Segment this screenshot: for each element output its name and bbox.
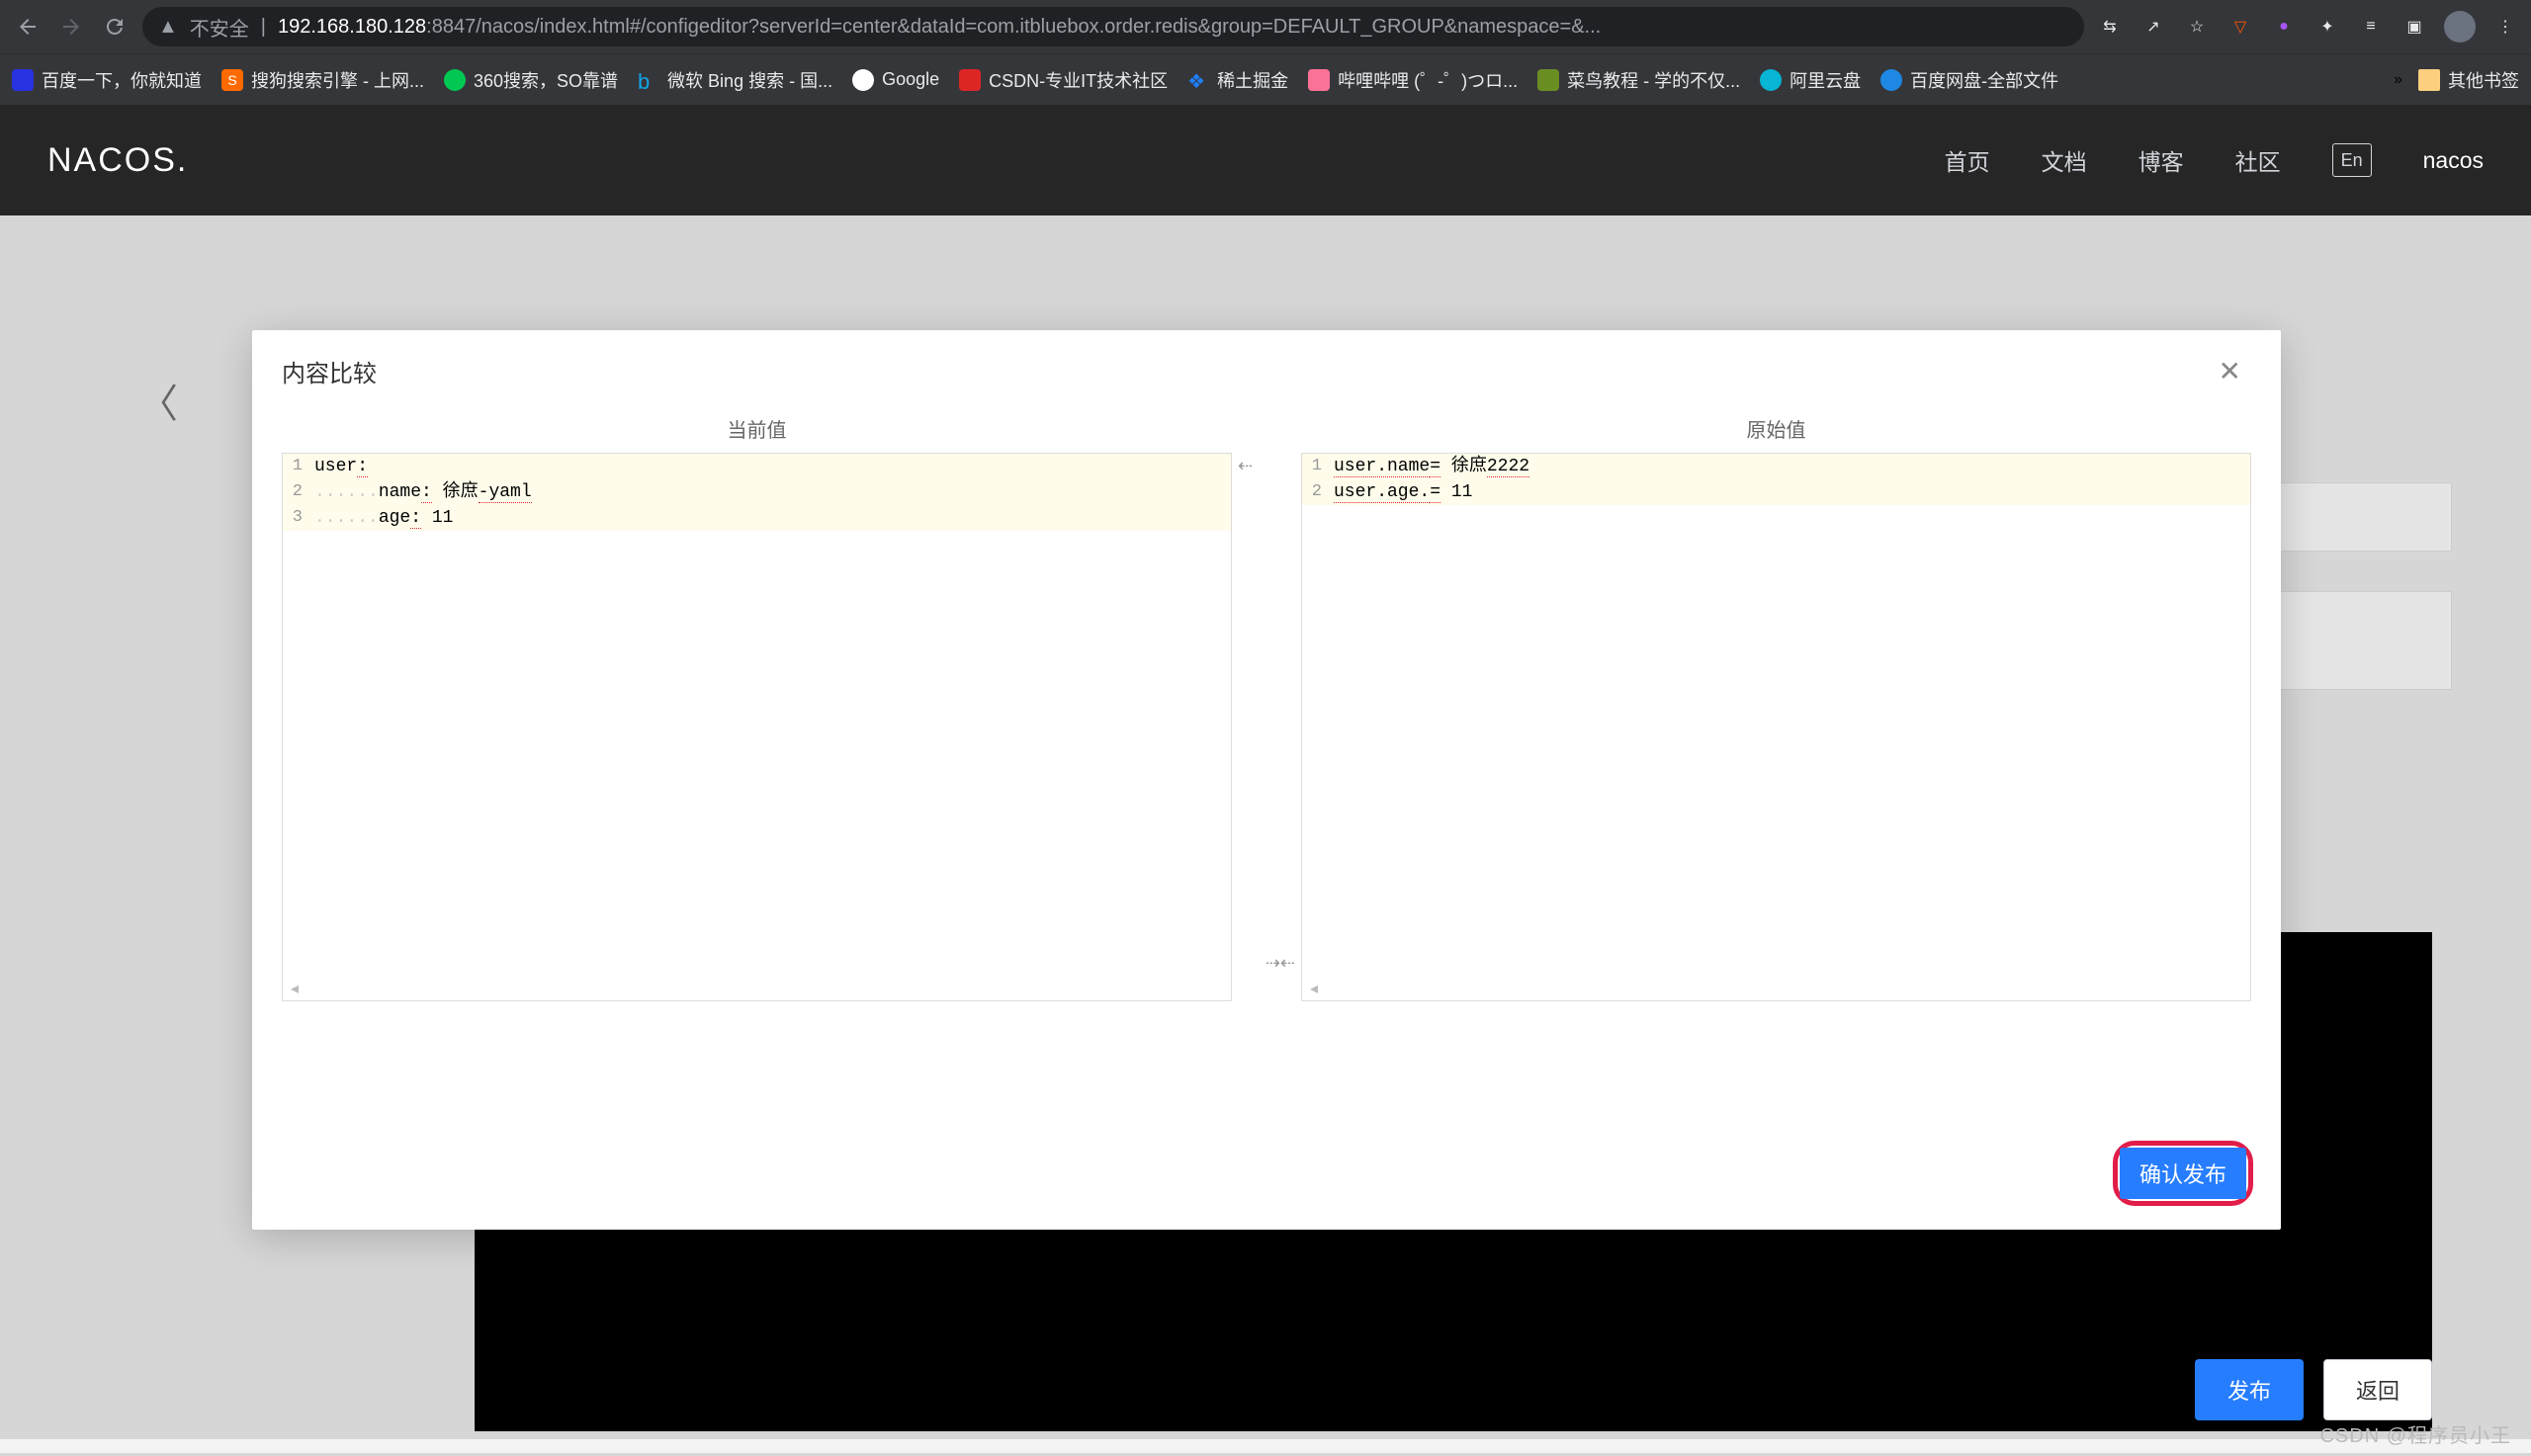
bookmark-favicon-icon [852, 69, 874, 91]
bookmark-label: 百度一下，你就知道 [42, 67, 202, 93]
bookmark-favicon-icon: S [221, 69, 243, 91]
csdn-watermark: CSDN @程序员小王 [2319, 1419, 2511, 1448]
original-value-editor[interactable]: 1 user.name= 徐庶2222 2 user.age.= 11 ◂ [1301, 453, 2251, 1001]
bookmark-item[interactable]: b 微软 Bing 搜索 - 国... [638, 67, 832, 93]
bookmark-item[interactable]: 菜鸟教程 - 学的不仅... [1537, 67, 1740, 93]
original-value-header: 原始值 [1301, 404, 2251, 453]
confirm-highlight-annotation: 确认发布 [2113, 1141, 2253, 1206]
bookmark-item[interactable]: 哔哩哔哩 (゜-゜)つロ... [1308, 67, 1518, 93]
scroll-left-marker: ◂ [291, 979, 299, 998]
nav-back-button[interactable] [12, 11, 44, 43]
bookmark-label: 微软 Bing 搜索 - 国... [667, 67, 832, 93]
bookmark-star-icon[interactable]: ☆ [2183, 13, 2211, 41]
brave-icon[interactable]: ▽ [2226, 13, 2254, 41]
bookmark-item[interactable]: ❖ 稀土掘金 [1187, 67, 1288, 93]
diff-dialog: 内容比较 ✕ 当前值 1 user: 2 [252, 330, 2281, 1230]
line-number: 2 [1302, 479, 1330, 505]
dialog-overlay: 内容比较 ✕ 当前值 1 user: 2 [0, 105, 2531, 1456]
bookmark-favicon-icon: ❖ [1187, 69, 1209, 91]
address-bar[interactable]: ▲ 不安全 | 192.168.180.128:8847/nacos/index… [142, 7, 2084, 46]
bookmark-favicon-icon [1308, 69, 1330, 91]
bookmark-item[interactable]: S 搜狗搜索引擎 - 上网... [221, 67, 424, 93]
reading-list-icon[interactable]: ≡ [2357, 13, 2385, 41]
confirm-publish-button[interactable]: 确认发布 [2120, 1148, 2246, 1199]
folder-icon [2418, 69, 2440, 91]
current-value-header: 当前值 [282, 404, 1232, 453]
other-bookmarks-folder[interactable]: 其他书签 [2418, 67, 2519, 93]
bookmark-favicon-icon [1537, 69, 1559, 91]
other-bookmarks-label: 其他书签 [2448, 67, 2519, 93]
diff-merge-left-icon[interactable]: ⇠ [1238, 456, 1253, 476]
bookmark-label: CSDN-专业IT技术社区 [989, 67, 1168, 93]
bookmark-item[interactable]: Google [852, 69, 939, 91]
bookmark-item[interactable]: 360搜索，SO靠谱 [444, 67, 618, 93]
scroll-left-marker: ◂ [1310, 979, 1318, 998]
ext-purple-icon[interactable]: ● [2270, 13, 2298, 41]
bookmark-label: 搜狗搜索引擎 - 上网... [251, 67, 424, 93]
diff-merge-right-icon[interactable]: ⇢⇠ [1266, 953, 1295, 974]
bookmark-item[interactable]: 百度一下，你就知道 [12, 67, 202, 93]
translate-icon[interactable]: ⇆ [2096, 13, 2124, 41]
bookmark-label: 菜鸟教程 - 学的不仅... [1567, 67, 1740, 93]
bookmark-label: 阿里云盘 [1789, 67, 1861, 93]
bookmark-favicon-icon: b [638, 69, 659, 91]
bookmark-label: 哔哩哔哩 (゜-゜)つロ... [1338, 67, 1518, 93]
dialog-title: 内容比较 [282, 354, 377, 388]
share-icon[interactable]: ↗ [2139, 13, 2167, 41]
bookmarks-more[interactable]: » [2394, 71, 2402, 89]
nav-reload-button[interactable] [99, 11, 131, 43]
url-host: 192.168.180.128 [278, 16, 426, 38]
bookmark-favicon-icon [444, 69, 466, 91]
bookmarks-bar: 百度一下，你就知道 S 搜狗搜索引擎 - 上网... 360搜索，SO靠谱 b 微软 Bi… [0, 53, 2531, 105]
bookmark-label: Google [882, 69, 939, 90]
bookmark-item[interactable]: 阿里云盘 [1760, 67, 1861, 93]
bookmark-item[interactable]: 百度网盘-全部文件 [1880, 67, 2058, 93]
pipe-separator: | [261, 16, 266, 39]
panel-icon[interactable]: ▣ [2400, 13, 2428, 41]
current-value-editor[interactable]: 1 user: 2 ......name: 徐庶-yaml 3 ......ag… [282, 453, 1232, 1001]
extensions-icon[interactable]: ✦ [2313, 13, 2341, 41]
dialog-close-icon[interactable]: ✕ [2219, 358, 2241, 385]
bookmark-favicon-icon [1880, 69, 1902, 91]
diff-middle-gutter: ⇠ ⇢⇠ [1232, 404, 1301, 1001]
security-status: 不安全 [190, 13, 249, 42]
nav-forward-button[interactable] [55, 11, 87, 43]
line-number: 3 [283, 505, 310, 531]
warning-icon: ▲ [158, 16, 178, 39]
bookmark-favicon-icon [959, 69, 981, 91]
bookmark-favicon-icon [1760, 69, 1782, 91]
profile-avatar[interactable] [2444, 11, 2476, 43]
chrome-menu-icon[interactable]: ⋮ [2491, 13, 2519, 41]
bookmark-label: 360搜索，SO靠谱 [474, 67, 618, 93]
bookmark-favicon-icon [12, 69, 34, 91]
line-number: 2 [283, 479, 310, 505]
line-number: 1 [283, 454, 310, 479]
browser-toolbar: ▲ 不安全 | 192.168.180.128:8847/nacos/index… [0, 0, 2531, 53]
bookmark-label: 百度网盘-全部文件 [1910, 67, 2058, 93]
url-path: :8847/nacos/index.html#/configeditor?ser… [426, 16, 1601, 38]
browser-actions: ⇆ ↗ ☆ ▽ ● ✦ ≡ ▣ ⋮ [2096, 11, 2519, 43]
bookmark-label: 稀土掘金 [1217, 67, 1288, 93]
bookmark-item[interactable]: CSDN-专业IT技术社区 [959, 67, 1168, 93]
line-number: 1 [1302, 454, 1330, 479]
